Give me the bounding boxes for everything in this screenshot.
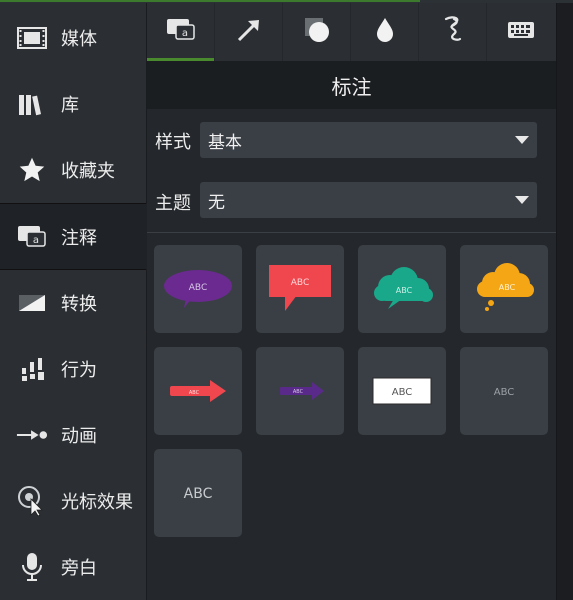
arrow-tab-icon	[236, 17, 262, 47]
style-label: 样式	[155, 132, 191, 153]
callout-text: ABC	[392, 387, 413, 398]
sidebar-item-library[interactable]: 库	[0, 71, 146, 136]
style-dropdown[interactable]: 基本	[200, 122, 537, 158]
speech-bubble-callout-icon: ABC	[164, 270, 232, 308]
callout-text: ABC	[494, 387, 515, 398]
callout-text: ABC	[293, 389, 304, 395]
film-icon	[16, 22, 48, 54]
sketch-motion-tab-icon	[442, 15, 464, 49]
sidebar-item-transitions[interactable]: 转换	[0, 270, 146, 335]
callout-tile-arrow[interactable]: ABC	[154, 347, 242, 435]
chevron-down-icon	[515, 136, 529, 144]
tab-arrows-lines[interactable]	[215, 3, 283, 61]
shape-tab-icon	[303, 16, 331, 48]
blur-drop-tab-icon	[375, 17, 395, 47]
sidebar-item-favorites[interactable]: 收藏夹	[0, 137, 146, 202]
callout-tile-text-large[interactable]: ABC	[154, 449, 242, 537]
callout-tail	[285, 295, 297, 311]
callout-text: ABC	[396, 286, 413, 295]
tab-sketch-motion[interactable]	[419, 3, 487, 61]
callout-text: ABC	[499, 283, 516, 292]
callout-tile-speech-bubble[interactable]: ABC	[154, 245, 242, 333]
sidebar-item-label: 行为	[61, 359, 97, 381]
panel-scrollbar-track[interactable]	[556, 3, 573, 600]
sidebar-item-media[interactable]: 媒体	[0, 5, 146, 70]
svg-text:a: a	[33, 235, 39, 246]
callout-text: ABC	[184, 486, 213, 502]
cloud-bubble-callout-icon: ABC	[374, 267, 433, 309]
sidebar: 媒体 库 收藏夹 a 注释 转换 行为 动画 光标效果 旁白	[0, 3, 147, 600]
star-icon	[16, 154, 48, 186]
callout-tile-cloud-bubble[interactable]: ABC	[358, 245, 446, 333]
callout-tile-thought-cloud[interactable]: ABC	[460, 245, 548, 333]
sidebar-item-label: 转换	[61, 293, 97, 315]
sidebar-item-annotations[interactable]: a 注释	[0, 203, 147, 270]
tab-keystroke[interactable]	[487, 3, 555, 61]
callout-icon: a	[16, 221, 48, 253]
top-accent-line	[0, 0, 420, 2]
sidebar-item-label: 旁白	[61, 557, 97, 579]
callout-tile-square-bubble[interactable]: ABC	[256, 245, 344, 333]
theme-dropdown[interactable]: 无	[200, 182, 537, 218]
sidebar-item-label: 注释	[61, 227, 97, 249]
callout-tile-arrow-small[interactable]: ABC	[256, 347, 344, 435]
behavior-icon	[16, 353, 48, 385]
annotation-type-tabs: a	[147, 3, 556, 61]
sidebar-item-label: 媒体	[61, 28, 97, 50]
sidebar-item-label: 收藏夹	[61, 160, 115, 182]
theme-dropdown-value: 无	[208, 192, 225, 213]
callout-tile-text-small[interactable]: ABC	[460, 347, 548, 435]
theme-label: 主题	[155, 193, 191, 214]
animation-arrow-icon	[16, 419, 48, 451]
sidebar-item-label: 库	[61, 94, 79, 116]
sidebar-item-animations[interactable]: 动画	[0, 402, 146, 467]
cursor-effect-icon	[16, 485, 48, 517]
svg-text:a: a	[181, 28, 187, 39]
sidebar-item-behaviors[interactable]: 行为	[0, 336, 146, 401]
style-dropdown-value: 基本	[208, 132, 242, 153]
callout-text: ABC	[189, 390, 200, 396]
transition-icon	[16, 287, 48, 319]
sidebar-item-label: 动画	[61, 425, 97, 447]
panel-title-bar: 标注	[147, 61, 556, 109]
annotations-panel: a 标注 样式 基本 主题 无 ABC ABC ABC ABC ABC ABC …	[147, 3, 556, 600]
callout-tab-icon: a	[166, 18, 196, 46]
callout-tile-box[interactable]: ABC	[358, 347, 446, 435]
library-books-icon	[16, 88, 48, 120]
sidebar-item-label: 光标效果	[61, 491, 133, 513]
panel-title: 标注	[331, 74, 372, 99]
keyboard-tab-icon	[507, 20, 535, 44]
box-callout-icon: ABC	[372, 377, 432, 405]
large-text-callout-icon: ABC	[184, 486, 213, 502]
tab-callouts[interactable]: a	[147, 3, 215, 61]
sidebar-item-voice-narration[interactable]: 旁白	[0, 534, 146, 599]
small-arrow-callout-icon: ABC	[280, 382, 324, 400]
thought-cloud-callout-icon: ABC	[477, 263, 534, 311]
text-callout-icon: ABC	[494, 387, 515, 398]
square-bubble-callout-icon: ABC	[269, 265, 331, 311]
chevron-down-icon	[515, 196, 529, 204]
tab-shapes[interactable]	[283, 3, 351, 61]
divider	[147, 232, 556, 233]
sidebar-item-cursor-effects[interactable]: 光标效果	[0, 468, 146, 533]
microphone-icon	[16, 551, 48, 583]
arrow-callout-icon: ABC	[170, 380, 226, 402]
callout-text: ABC	[189, 283, 207, 293]
tab-blur-highlight[interactable]	[351, 3, 419, 61]
callout-text: ABC	[291, 278, 309, 288]
